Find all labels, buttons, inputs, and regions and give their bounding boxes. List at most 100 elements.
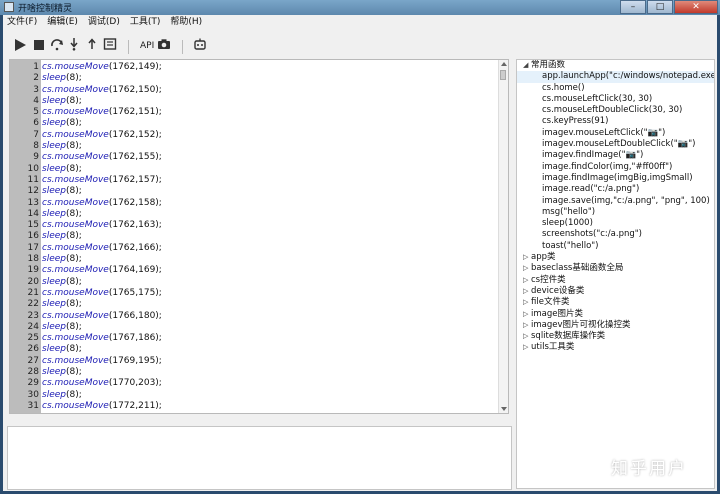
tree-item[interactable]: cs.home() [517, 83, 714, 94]
code-line[interactable]: 19 cs.mouseMove(1764,169); [10, 265, 502, 276]
code-line[interactable]: 23 cs.mouseMove(1766,180); [10, 311, 502, 322]
code-function: sleep [42, 389, 66, 400]
code-line[interactable]: 30 sleep(8); [10, 390, 502, 401]
expand-icon[interactable]: ▷ [523, 275, 528, 286]
step-into-icon[interactable] [67, 37, 81, 51]
tree-item[interactable]: imagev.mouseLeftClick("📷") [517, 128, 714, 139]
expand-icon[interactable]: ▷ [523, 297, 528, 308]
expand-icon[interactable]: ▷ [523, 252, 528, 263]
code-line[interactable]: 3 cs.mouseMove(1762,150); [10, 85, 502, 96]
tree-category[interactable]: ▷ imagev图片可视化操控类 [517, 320, 714, 331]
tree-item[interactable]: image.read("c:/a.png") [517, 184, 714, 195]
code-args: (1762,152); [108, 129, 162, 140]
tree-item[interactable]: image.findColor(img,"#ff00ff") [517, 162, 714, 173]
scroll-down-icon[interactable] [501, 407, 507, 411]
step-out-icon[interactable] [85, 37, 99, 51]
tree-item[interactable]: toast("hello") [517, 241, 714, 252]
panel-splitter[interactable] [7, 416, 512, 422]
code-line[interactable]: 31 cs.mouseMove(1772,211); [10, 401, 502, 412]
code-line[interactable]: 5 cs.mouseMove(1762,151); [10, 107, 502, 118]
run-icon[interactable] [15, 39, 26, 51]
tree-category[interactable]: ▷ utils工具类 [517, 342, 714, 353]
expand-icon[interactable]: ▷ [523, 286, 528, 297]
maximize-button[interactable]: □ [647, 0, 673, 14]
code-line[interactable]: 2 sleep(8); [10, 73, 502, 84]
tree-category[interactable]: ▷ sqlite数据库操作类 [517, 331, 714, 342]
tree-category[interactable]: ▷ image图片类 [517, 309, 714, 320]
code-line[interactable]: 21 cs.mouseMove(1765,175); [10, 288, 502, 299]
code-line[interactable]: 12 sleep(8); [10, 186, 502, 197]
minimize-button[interactable]: – [620, 0, 646, 14]
tree-item[interactable]: msg("hello") [517, 207, 714, 218]
code-line[interactable]: 13 cs.mouseMove(1762,158); [10, 198, 502, 209]
code-text: cs.mouseMove(1762,150); [41, 85, 162, 96]
code-line[interactable]: 17 cs.mouseMove(1762,166); [10, 243, 502, 254]
code-line[interactable]: 20 sleep(8); [10, 277, 502, 288]
menu-debug[interactable]: 调试(D) [84, 15, 126, 29]
expand-icon[interactable]: ▷ [523, 342, 528, 353]
code-line[interactable]: 10 sleep(8); [10, 164, 502, 175]
code-text: sleep(8); [41, 344, 82, 355]
scroll-thumb[interactable] [500, 70, 506, 80]
expand-icon[interactable]: ▷ [523, 320, 528, 331]
menu-tools[interactable]: 工具(T) [126, 15, 167, 29]
tree-item[interactable]: cs.mouseLeftDoubleClick(30, 30) [517, 105, 714, 116]
code-line[interactable]: 28 sleep(8); [10, 367, 502, 378]
close-button[interactable]: ✕ [674, 0, 718, 14]
expand-icon[interactable]: ▷ [523, 263, 528, 274]
tree-category[interactable]: ▷ baseclass基础函数全局 [517, 263, 714, 274]
tree-category[interactable]: ▷ file文件类 [517, 297, 714, 308]
code-text: cs.mouseMove(1767,186); [41, 333, 162, 344]
robot-icon[interactable] [193, 37, 207, 51]
output-console[interactable] [7, 426, 512, 490]
code-function: sleep [42, 367, 66, 378]
script-icon[interactable] [103, 37, 117, 51]
collapse-icon[interactable]: ◢ [523, 60, 528, 71]
scroll-up-icon[interactable] [501, 62, 507, 66]
tree-item[interactable]: image.findImage(imgBig,imgSmall) [517, 173, 714, 184]
expand-icon[interactable]: ▷ [523, 331, 528, 342]
expand-icon[interactable]: ▷ [523, 309, 528, 320]
line-number: 5 [33, 107, 39, 118]
tree-item[interactable]: image.save(img,"c:/a.png", "png", 100) [517, 196, 714, 207]
camera-icon[interactable] [157, 37, 171, 51]
code-line[interactable]: 8 sleep(8); [10, 141, 502, 152]
code-args: (1762,155); [108, 152, 162, 163]
code-line[interactable]: 18 sleep(8); [10, 254, 502, 265]
stop-icon[interactable] [34, 40, 44, 50]
code-line[interactable]: 25 cs.mouseMove(1767,186); [10, 333, 502, 344]
tree-item[interactable]: cs.keyPress(91) [517, 116, 714, 127]
code-line[interactable]: 22 sleep(8); [10, 299, 502, 310]
tree-item[interactable]: sleep(1000) [517, 218, 714, 229]
tree-item[interactable]: screenshots("c:/a.png") [517, 229, 714, 240]
code-editor[interactable]: 1 cs.mouseMove(1762,149); 2 sleep(8); 3 cs.mo… [9, 59, 509, 414]
code-line[interactable]: 1 cs.mouseMove(1762,149); [10, 62, 502, 73]
menu-help[interactable]: 帮助(H) [166, 15, 208, 29]
tree-root-common[interactable]: ◢ 常用函数 [517, 60, 714, 71]
tree-category[interactable]: ▷ app类 [517, 252, 714, 263]
code-line[interactable]: 16 sleep(8); [10, 231, 502, 242]
code-line[interactable]: 29 cs.mouseMove(1770,203); [10, 378, 502, 389]
code-line[interactable]: 9 cs.mouseMove(1762,155); [10, 152, 502, 163]
tree-item[interactable]: imagev.mouseLeftDoubleClick("📷") [517, 139, 714, 150]
code-line[interactable]: 27 cs.mouseMove(1769,195); [10, 356, 502, 367]
code-line[interactable]: 4 sleep(8); [10, 96, 502, 107]
menu-edit[interactable]: 编辑(E) [43, 15, 84, 29]
tree-category[interactable]: ▷ cs控件类 [517, 275, 714, 286]
code-line[interactable]: 7 cs.mouseMove(1762,152); [10, 130, 502, 141]
tree-category[interactable]: ▷ device设备类 [517, 286, 714, 297]
code-line[interactable]: 6 sleep(8); [10, 118, 502, 129]
tree-item[interactable]: app.launchApp("c:/windows/notepad.exe") [517, 71, 714, 83]
code-line[interactable]: 26 sleep(8); [10, 344, 502, 355]
api-button[interactable]: API [140, 41, 154, 51]
menu-file[interactable]: 文件(F) [3, 15, 43, 29]
step-over-icon[interactable] [50, 37, 64, 51]
code-line[interactable]: 15 cs.mouseMove(1762,163); [10, 220, 502, 231]
code-object: cs. [42, 220, 55, 231]
tree-item[interactable]: imagev.findImage("📷") [517, 150, 714, 161]
code-line[interactable]: 11 cs.mouseMove(1762,157); [10, 175, 502, 186]
tree-item[interactable]: cs.mouseLeftClick(30, 30) [517, 94, 714, 105]
code-line[interactable]: 14 sleep(8); [10, 209, 502, 220]
code-line[interactable]: 24 sleep(8); [10, 322, 502, 333]
editor-scrollbar[interactable] [498, 60, 508, 413]
